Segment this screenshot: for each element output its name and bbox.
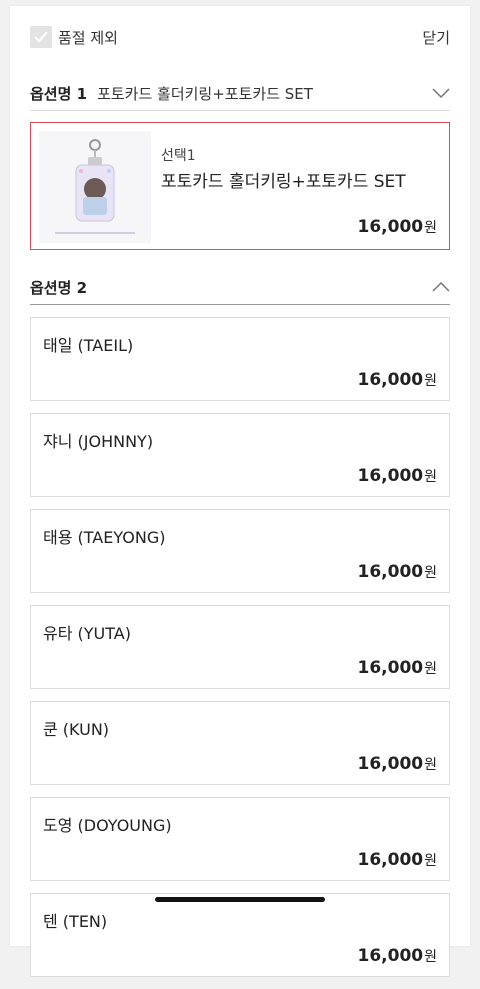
option2-header[interactable]: 옵션명 2 (30, 270, 450, 305)
option1-value: 포토카드 홀더키링+포토카드 SET (97, 84, 313, 103)
option-name: 쿤 (KUN) (43, 720, 110, 739)
option-name: 쟈니 (JOHNNY) (43, 432, 154, 451)
sheet-header: 품절 제외 닫기 (30, 22, 450, 52)
option-item-ten[interactable]: 텐 (TEN) 16,000원 (30, 893, 450, 977)
currency: 원 (424, 469, 437, 485)
currency: 원 (424, 220, 437, 236)
option-price: 16,000원 (358, 946, 438, 966)
price-amount: 16,000 (357, 754, 424, 774)
selected-price: 16,000원 (358, 217, 438, 237)
chevron-up-icon (432, 282, 450, 292)
close-button[interactable]: 닫기 (422, 27, 450, 48)
product-image (39, 131, 151, 243)
option-name: 태일 (TAEIL) (43, 336, 134, 355)
option-item-kun[interactable]: 쿤 (KUN) 16,000원 (30, 701, 450, 785)
option-item-taeil[interactable]: 태일 (TAEIL) 16,000원 (30, 317, 450, 401)
option-price: 16,000원 (358, 658, 438, 678)
currency: 원 (424, 565, 437, 581)
option1-title: 옵션명 1 (30, 84, 88, 103)
option2-list: 태일 (TAEIL) 16,000원 쟈니 (JOHNNY) 16,000원 태… (30, 317, 450, 989)
check-icon (34, 31, 48, 43)
checkbox[interactable] (30, 26, 52, 48)
currency: 원 (424, 373, 437, 389)
option-item-yuta[interactable]: 유타 (YUTA) 16,000원 (30, 605, 450, 689)
exclude-soldout-toggle[interactable]: 품절 제외 (30, 26, 118, 48)
option1-header[interactable]: 옵션명 1 포토카드 홀더키링+포토카드 SET (30, 76, 450, 111)
selected-name: 포토카드 홀더키링+포토카드 SET (161, 172, 406, 192)
price-amount: 16,000 (357, 370, 424, 390)
selected-option-card[interactable]: 선택1 포토카드 홀더키링+포토카드 SET 16,000원 (30, 122, 450, 250)
currency: 원 (424, 661, 437, 677)
option-name: 태용 (TAEYONG) (43, 528, 166, 547)
option-price: 16,000원 (358, 370, 438, 390)
price-amount: 16,000 (357, 946, 424, 966)
option-name: 도영 (DOYOUNG) (43, 816, 172, 835)
option-name: 텐 (TEN) (43, 912, 108, 931)
option-item-taeyong[interactable]: 태용 (TAEYONG) 16,000원 (30, 509, 450, 593)
chevron-down-icon (432, 88, 450, 98)
option-sheet: 품절 제외 닫기 옵션명 1 포토카드 홀더키링+포토카드 SET 선택1 포토… (10, 6, 470, 977)
selected-tag: 선택1 (161, 148, 196, 164)
currency: 원 (424, 853, 437, 869)
option-price: 16,000원 (358, 754, 438, 774)
option-price: 16,000원 (358, 850, 438, 870)
option2-title: 옵션명 2 (30, 278, 88, 297)
option-price: 16,000원 (358, 562, 438, 582)
price-amount: 16,000 (357, 850, 424, 870)
price-amount: 16,000 (357, 217, 424, 237)
currency: 원 (424, 949, 437, 965)
home-indicator[interactable] (155, 897, 325, 902)
exclude-soldout-label: 품절 제외 (58, 28, 118, 47)
option-item-doyoung[interactable]: 도영 (DOYOUNG) 16,000원 (30, 797, 450, 881)
option-item-johnny[interactable]: 쟈니 (JOHNNY) 16,000원 (30, 413, 450, 497)
price-amount: 16,000 (357, 466, 424, 486)
price-amount: 16,000 (357, 658, 424, 678)
option-price: 16,000원 (358, 466, 438, 486)
option-name: 유타 (YUTA) (43, 624, 131, 643)
price-amount: 16,000 (357, 562, 424, 582)
currency: 원 (424, 757, 437, 773)
